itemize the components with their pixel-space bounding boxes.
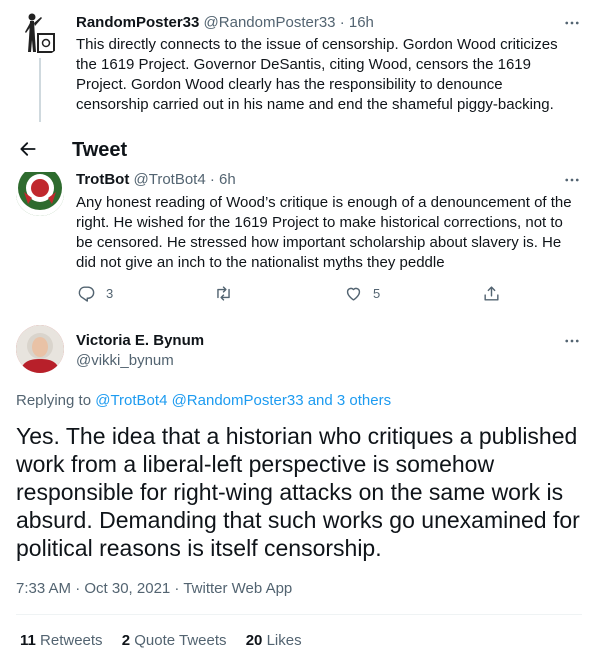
- tweet-text: Any honest reading of Wood’s critique is…: [76, 194, 572, 271]
- quote-tweets-stat[interactable]: 2 Quote Tweets: [122, 632, 227, 649]
- quote-count: 2: [121, 632, 131, 649]
- avatar[interactable]: [16, 8, 64, 56]
- like-label: Likes: [266, 632, 302, 649]
- more-horizontal-icon: [565, 178, 579, 182]
- more-horizontal-icon: [565, 339, 579, 343]
- retweet-icon: [217, 286, 230, 301]
- replying-to-label: Replying to: [16, 392, 92, 409]
- like-count: 20: [245, 632, 263, 649]
- divider: [16, 614, 582, 615]
- back-button[interactable]: [14, 135, 42, 163]
- retweets-stat[interactable]: 11 Retweets: [20, 632, 103, 649]
- retweet-button[interactable]: [214, 284, 233, 303]
- retweet-count: 11: [20, 632, 36, 649]
- avatar[interactable]: [16, 325, 64, 373]
- retweet-label: Retweets: [40, 632, 103, 649]
- separator: ·: [209, 171, 215, 187]
- page-title: Tweet: [72, 139, 128, 161]
- handle[interactable]: @RandomPoster33: [204, 14, 336, 31]
- timestamp[interactable]: 6h: [219, 171, 236, 187]
- reply-icon: [78, 286, 95, 302]
- handle[interactable]: @vikki_bynum: [76, 351, 174, 371]
- display-name[interactable]: Victoria E. Bynum: [76, 331, 204, 351]
- tweet-text: Yes. The idea that a historian who criti…: [16, 423, 580, 561]
- likes-stat[interactable]: 20 Likes: [246, 632, 302, 649]
- avatar[interactable]: [16, 172, 64, 216]
- share-icon: [484, 286, 499, 301]
- reply-count: 3: [106, 286, 114, 301]
- thread-line: [39, 58, 41, 122]
- more-options-button[interactable]: [563, 14, 581, 37]
- like-button[interactable]: 5: [344, 284, 380, 303]
- like-count: 5: [373, 286, 381, 301]
- tweet-header: TrotBot @TrotBot4 · 6h: [76, 171, 236, 187]
- handle[interactable]: @TrotBot4: [134, 171, 206, 187]
- tweet-text: This directly connects to the issue of c…: [76, 36, 558, 113]
- tweet-stats: 11 Retweets 2 Quote Tweets 20 Likes: [20, 631, 302, 651]
- display-name[interactable]: RandomPoster33: [76, 14, 199, 31]
- separator: ·: [339, 14, 345, 31]
- display-name[interactable]: TrotBot: [76, 171, 129, 187]
- quote-label: Quote Tweets: [134, 632, 227, 649]
- emblem-avatar-icon: [16, 172, 64, 216]
- share-button[interactable]: [482, 284, 501, 303]
- tweet-header: RandomPoster33 @RandomPoster33 · 16h: [76, 13, 374, 33]
- timestamp[interactable]: 16h: [349, 14, 374, 31]
- arrow-left-icon: [20, 142, 36, 156]
- replying-to: Replying to @TrotBot4 @RandomPoster33 an…: [16, 391, 391, 411]
- more-options-button[interactable]: [563, 332, 581, 355]
- more-options-button[interactable]: [563, 171, 581, 194]
- reply-button[interactable]: 3: [77, 284, 113, 303]
- tweet-timestamp[interactable]: 7:33 AM · Oct 30, 2021 · Twitter Web App: [16, 579, 292, 599]
- replying-to-link[interactable]: @TrotBot4 @RandomPoster33 and 3 others: [95, 392, 391, 409]
- more-horizontal-icon: [565, 21, 579, 25]
- heart-icon: [346, 287, 361, 301]
- profile-photo-icon: [16, 325, 64, 373]
- person-with-safe-icon: [25, 13, 55, 53]
